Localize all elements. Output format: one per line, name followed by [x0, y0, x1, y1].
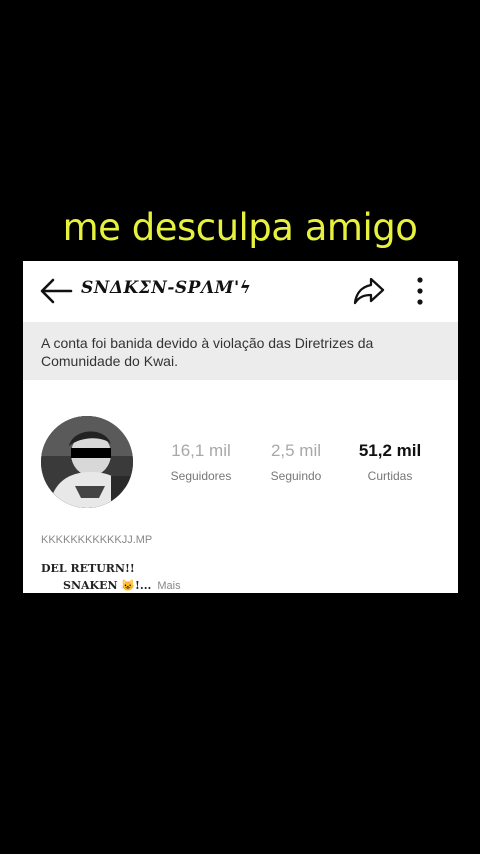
stat-likes[interactable]: 51,2 mil Curtidas	[345, 441, 435, 483]
caption-text: me desculpa amigo	[62, 206, 418, 249]
ban-notice-banner: A conta foi banida devido à violação das…	[23, 322, 458, 380]
avatar[interactable]	[41, 416, 133, 508]
arrow-left-icon[interactable]	[39, 277, 73, 305]
profile-username: SNΔKΣN-SPΛM'ϟ	[81, 278, 252, 298]
share-arrow-icon[interactable]	[353, 276, 385, 306]
likes-label: Curtidas	[367, 469, 413, 483]
more-vertical-icon[interactable]	[413, 275, 427, 307]
bio-line-2: SNAKEN 😺!... Mais	[63, 579, 181, 592]
bio-line-1: DEL RETURN!!	[41, 562, 135, 575]
bio-handle: KKKKKKKKKKKJJ.MP	[41, 534, 153, 546]
followers-label: Seguidores	[170, 469, 232, 483]
followers-count: 16,1 mil	[171, 441, 231, 460]
likes-count: 51,2 mil	[358, 441, 422, 460]
avatar-image	[41, 416, 133, 508]
ban-notice-text: A conta foi banida devido à violação das…	[41, 335, 374, 369]
stat-followers[interactable]: 16,1 mil Seguidores	[156, 441, 246, 483]
bio-more-link[interactable]: Mais	[157, 580, 180, 592]
stat-following[interactable]: 2,5 mil Seguindo	[251, 441, 341, 483]
profile-screenshot: SNΔKΣN-SPΛM'ϟ A conta foi banida devido …	[23, 261, 458, 593]
following-count: 2,5 mil	[270, 441, 322, 460]
top-bar: SNΔKΣN-SPΛM'ϟ	[23, 261, 458, 321]
bio-line-2-text: SNAKEN 😺!...	[63, 579, 152, 592]
following-label: Seguindo	[270, 469, 322, 483]
